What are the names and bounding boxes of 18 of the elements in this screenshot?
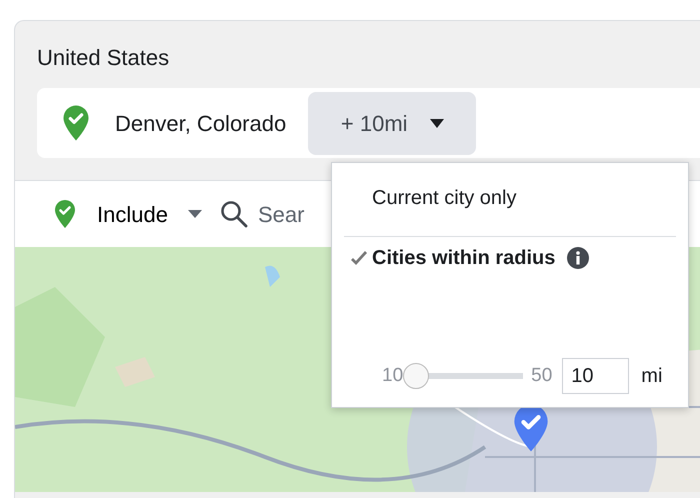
country-title: United States: [37, 47, 170, 69]
menu-option[interactable]: Cities within radius: [350, 243, 590, 273]
slider-min-label: 10: [382, 364, 404, 388]
menu-option[interactable]: Current city only: [372, 183, 516, 213]
slider-thumb[interactable]: [403, 363, 430, 389]
check-icon: [350, 250, 368, 266]
unit-label: mi: [641, 364, 662, 389]
search-icon: [220, 200, 248, 228]
slider-max-label: 50: [531, 364, 552, 388]
include-pin-icon: [53, 199, 77, 229]
caret-icon: [188, 210, 202, 218]
caret-icon: [430, 118, 444, 128]
include-dropdown[interactable]: Include: [39, 198, 202, 230]
location-name: Denver, Colorado: [115, 110, 286, 138]
radius-dropdown-button[interactable]: + 10mi: [308, 92, 476, 154]
info-icon: [567, 247, 590, 269]
radius-input[interactable]: 10: [562, 358, 630, 394]
location-pin-icon: [61, 104, 91, 142]
